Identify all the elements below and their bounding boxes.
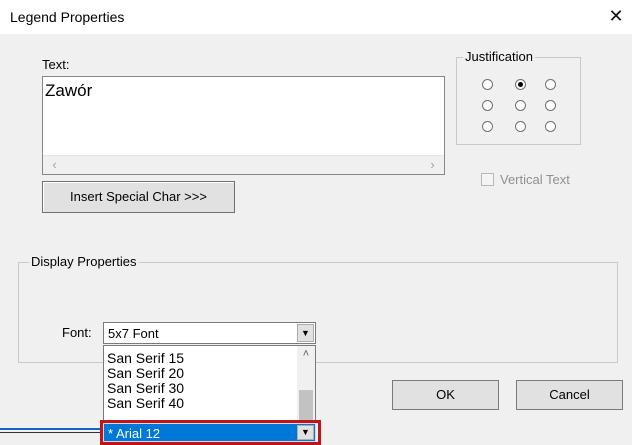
font-option[interactable]: San Serif 30 [107, 381, 184, 396]
insert-special-char-button[interactable]: Insert Special Char >>> [42, 181, 235, 213]
font-label: Font: [62, 325, 92, 340]
text-label: Text: [42, 57, 70, 72]
dropdown-scrollbar[interactable]: ˄ [297, 346, 315, 426]
vertical-text-checkbox[interactable] [481, 173, 494, 186]
scroll-thumb[interactable] [299, 390, 313, 424]
title-bar: Legend Properties ✕ [0, 0, 632, 34]
close-icon[interactable]: ✕ [606, 6, 626, 26]
highlight-box [100, 420, 321, 445]
justify-radio-top-center[interactable] [515, 79, 526, 90]
divider [0, 428, 100, 430]
justify-radio-middle-left[interactable] [482, 100, 493, 111]
justify-radio-bottom-left[interactable] [482, 121, 493, 132]
display-properties-label: Display Properties [29, 254, 139, 269]
horizontal-scrollbar[interactable]: ‹ › [43, 155, 444, 174]
justify-radio-top-right[interactable] [545, 79, 556, 90]
legend-text-value: Zawór [45, 81, 93, 100]
chevron-down-icon[interactable]: ▼ [297, 324, 314, 342]
scroll-right-icon[interactable]: › [423, 156, 442, 174]
justification-label: Justification [463, 49, 535, 64]
chevron-up-icon[interactable]: ˄ [297, 348, 315, 364]
divider [0, 432, 100, 433]
justify-radio-middle-right[interactable] [545, 100, 556, 111]
cancel-button[interactable]: Cancel [516, 380, 623, 410]
scroll-left-icon[interactable]: ‹ [45, 156, 64, 174]
justify-radio-bottom-right[interactable] [545, 121, 556, 132]
font-combobox[interactable]: 5x7 Font ▼ [103, 322, 316, 344]
font-option[interactable]: San Serif 15 [107, 351, 184, 366]
window-title: Legend Properties [10, 9, 125, 25]
vertical-text-label: Vertical Text [500, 172, 570, 187]
font-current-value: 5x7 Font [108, 326, 159, 341]
font-option[interactable]: San Serif 40 [107, 396, 184, 410]
justify-radio-top-left[interactable] [482, 79, 493, 90]
ok-button[interactable]: OK [392, 380, 499, 410]
font-option[interactable]: San Serif 20 [107, 366, 184, 381]
legend-text-input[interactable]: Zawór ‹ › [42, 76, 445, 175]
justify-radio-middle-center[interactable] [515, 100, 526, 111]
justify-radio-bottom-center[interactable] [515, 121, 526, 132]
